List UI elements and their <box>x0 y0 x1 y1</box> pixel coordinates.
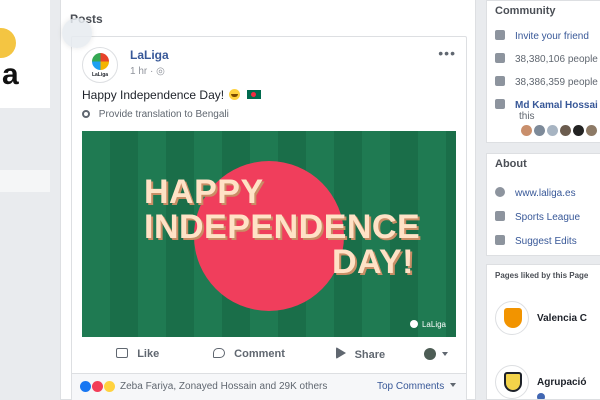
suggest-edits-link[interactable]: Suggest Edits <box>495 235 577 247</box>
comment-button[interactable]: Comment <box>193 348 304 360</box>
friend-avatar[interactable] <box>547 125 558 136</box>
about-title: About <box>495 158 527 170</box>
likes-label: 38,380,106 people <box>515 54 598 65</box>
likes-count: 38,380,106 people <box>495 53 598 65</box>
floating-sticker <box>62 18 92 48</box>
friend-faces <box>521 125 597 136</box>
translate-label: Provide translation to Bengali <box>98 109 229 120</box>
friend-suffix: this <box>519 111 535 122</box>
friend-name: Md Kamal Hossai <box>515 100 598 111</box>
follow-icon <box>495 76 505 86</box>
laliga-watermark-icon <box>409 320 418 328</box>
share-label: Share <box>354 349 386 361</box>
share-arrow-icon <box>335 347 346 359</box>
reaction-summary[interactable]: Zeba Fariya, Zonayed Hossain and 29K oth… <box>80 381 327 392</box>
reaction-names: Zeba Fariya, Zonayed Hossain and 29K oth… <box>120 381 328 392</box>
more-options-icon[interactable]: ••• <box>438 45 456 61</box>
website-label: www.laliga.es <box>515 188 576 199</box>
left-nav-item[interactable] <box>0 170 50 192</box>
laliga-logo-icon <box>92 53 109 70</box>
image-text-line-3: DAY! <box>332 243 414 281</box>
pages-liked-title: Pages liked by this Page <box>495 271 589 280</box>
like-button[interactable]: Like <box>82 348 193 360</box>
follows-count: 38,386,359 people <box>495 76 598 88</box>
like-label: Like <box>137 348 160 360</box>
image-watermark: LaLiga <box>409 320 446 329</box>
share-button[interactable]: Share <box>305 347 416 361</box>
about-card: About www.laliga.es Sports League Sugges… <box>486 153 600 256</box>
image-text-line-2: INDEPENDENCE <box>144 208 421 246</box>
comment-label: Comment <box>234 348 285 360</box>
website-link[interactable]: www.laliga.es <box>495 187 576 199</box>
react-as-selector[interactable] <box>416 347 456 361</box>
bangladesh-flag-icon <box>246 90 261 99</box>
post-text: Happy Independence Day! <box>82 88 261 102</box>
image-text-line-1: HAPPY <box>144 173 264 211</box>
category-icon <box>495 211 505 221</box>
post-actions: Like Comment Share <box>82 341 456 367</box>
liked-page-name: Agrupació <box>537 376 587 388</box>
laughing-emoji-icon <box>229 89 241 100</box>
thumbs-up-icon <box>116 348 129 358</box>
verified-badge-icon <box>537 393 545 399</box>
liked-page-row[interactable]: Valencia C <box>495 301 587 335</box>
friend-likes[interactable]: Md Kamal Hossai <box>495 99 598 111</box>
valencia-logo <box>495 301 529 335</box>
translate-link[interactable]: Provide translation to Bengali <box>82 109 229 120</box>
category-link[interactable]: Sports League <box>495 211 580 223</box>
community-title: Community <box>495 5 556 17</box>
reactions-bar: Zeba Fariya, Zonayed Hossain and 29K oth… <box>72 373 466 400</box>
haha-reaction-icon <box>104 381 115 392</box>
top-comments-dropdown[interactable]: Top Comments <box>377 381 456 392</box>
globe-icon <box>495 187 505 197</box>
chevron-down-icon <box>450 383 456 387</box>
friend-avatar[interactable] <box>534 125 545 136</box>
liked-page-name: Valencia C <box>537 312 588 324</box>
friend-avatar[interactable] <box>560 125 571 136</box>
posts-column: Posts LaLiga LaLiga 1 hr · ◎ ••• Happy I… <box>60 0 476 400</box>
left-profile-card: a <box>0 0 50 108</box>
laliga-avatar[interactable]: LaLiga <box>82 47 118 83</box>
love-reaction-icon <box>92 381 103 392</box>
post-timestamp[interactable]: 1 hr · ◎ <box>130 66 165 77</box>
globe-icon: · ◎ <box>150 66 165 77</box>
community-card: Community Invite your friend 38,380,106 … <box>486 0 600 143</box>
left-card-letter: a <box>2 58 19 91</box>
avatar-label: LaLiga <box>91 72 109 78</box>
comment-icon <box>213 348 226 358</box>
invite-label: Invite your friend <box>515 31 589 42</box>
suggest-edits-label: Suggest Edits <box>515 236 577 247</box>
crest-icon <box>504 372 522 392</box>
bat-crest-icon <box>504 308 522 328</box>
friend-avatar[interactable] <box>573 125 584 136</box>
post-time-text: 1 hr <box>130 66 148 77</box>
post-page-name[interactable]: LaLiga <box>130 48 169 62</box>
agrupacio-logo <box>495 365 529 399</box>
page-logo-fragment <box>0 28 16 58</box>
friends-icon <box>495 99 505 109</box>
top-comments-label: Top Comments <box>376 381 445 392</box>
post-image[interactable]: HAPPY INDEPENDENCE DAY! LaLiga <box>82 131 456 337</box>
gear-icon <box>82 110 90 118</box>
follows-label: 38,386,359 people <box>515 77 598 88</box>
like-reaction-icon <box>80 381 91 392</box>
post-body: Happy Independence Day! <box>82 88 225 102</box>
mini-avatar-icon <box>423 347 436 360</box>
friend-avatar[interactable] <box>586 125 597 136</box>
pencil-icon <box>495 235 505 245</box>
post-card: LaLiga LaLiga 1 hr · ◎ ••• Happy Indepen… <box>71 36 467 400</box>
friend-avatar[interactable] <box>521 125 532 136</box>
thumbs-up-icon <box>495 53 505 63</box>
chevron-down-icon <box>442 351 449 356</box>
pages-liked-card: Pages liked by this Page Valencia C Agru… <box>486 264 600 400</box>
watermark-text: LaLiga <box>421 320 446 329</box>
invite-friends-link[interactable]: Invite your friend <box>495 30 589 42</box>
invite-icon <box>495 30 505 40</box>
category-label: Sports League <box>515 212 581 223</box>
